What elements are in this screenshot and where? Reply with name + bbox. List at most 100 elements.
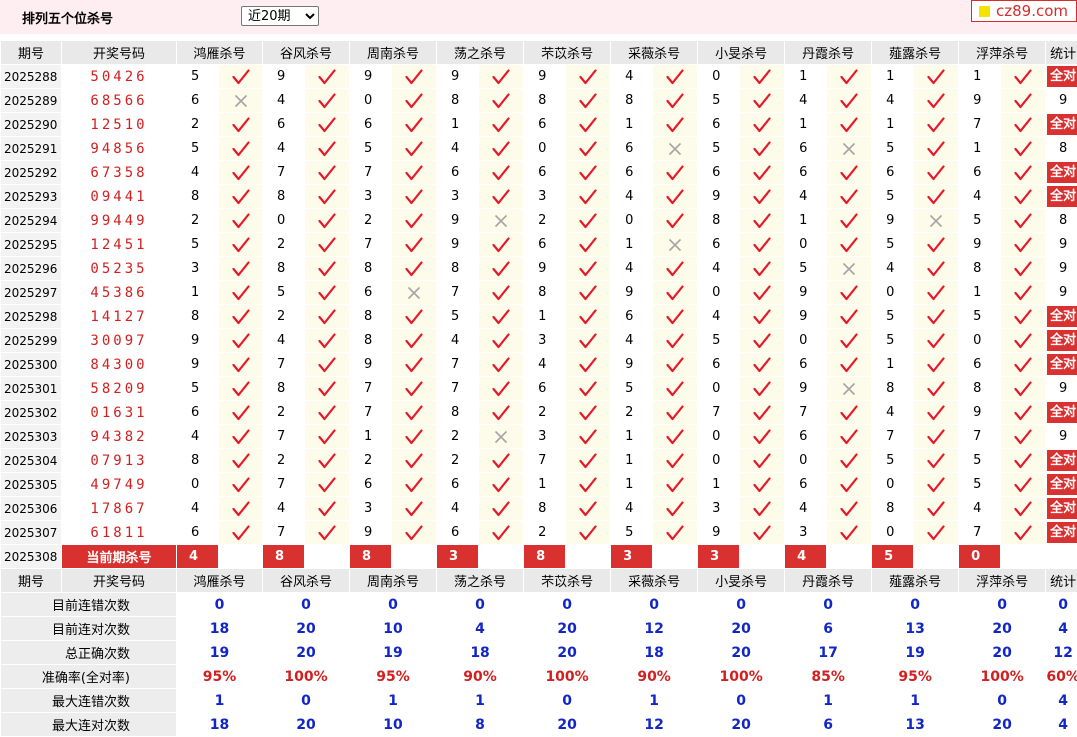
issue-number: 2025296 xyxy=(1,257,61,280)
stat-value: 12 xyxy=(1046,641,1077,664)
kill-number: 9 xyxy=(959,233,1001,256)
kill-number: 6 xyxy=(959,353,1001,376)
draw-number: 68566 xyxy=(62,89,176,112)
kill-result xyxy=(653,401,698,424)
kill-number: 4 xyxy=(263,137,305,160)
kill-result xyxy=(914,425,959,448)
check-icon xyxy=(753,260,771,276)
logo-text: cz89.com xyxy=(996,2,1069,20)
period-select[interactable]: 近20期 xyxy=(241,6,319,26)
kill-result xyxy=(566,449,611,472)
kill-result xyxy=(566,209,611,232)
check-icon xyxy=(666,428,684,444)
correct-count: 9 xyxy=(1059,285,1068,300)
check-icon xyxy=(666,92,684,108)
kill-result xyxy=(479,185,524,208)
kill-result xyxy=(827,305,872,328)
kill-number: 4 xyxy=(524,353,566,376)
check-icon xyxy=(579,68,597,84)
kill-result xyxy=(827,281,872,304)
kill-number: 4 xyxy=(611,185,653,208)
kill-result xyxy=(1001,137,1046,160)
kill-number: 4 xyxy=(177,425,218,448)
stat-label: 目前连错次数 xyxy=(1,593,176,616)
kill-number: 6 xyxy=(437,161,479,184)
kill-result xyxy=(566,425,611,448)
stat-value: 90% xyxy=(437,665,524,688)
kill-result xyxy=(1001,305,1046,328)
header-cell: 谷风杀号 xyxy=(263,41,350,64)
kill-number: 5 xyxy=(698,329,740,352)
draw-number: 99449 xyxy=(62,209,176,232)
table-row: 2025306 17867 4 4 3 4 8 4 3 4 8 4 全对 xyxy=(1,497,1077,520)
check-icon xyxy=(666,332,684,348)
kill-number: 4 xyxy=(437,497,479,520)
kill-result xyxy=(740,89,785,112)
current-kill-number: 8 xyxy=(263,545,305,568)
kill-number: 1 xyxy=(785,113,827,136)
cross-icon xyxy=(930,214,943,227)
kill-number: 9 xyxy=(263,65,305,88)
kill-number: 1 xyxy=(611,425,653,448)
check-icon xyxy=(579,308,597,324)
check-icon xyxy=(405,236,423,252)
stat-value: 20 xyxy=(263,641,350,664)
kill-number: 7 xyxy=(959,425,1001,448)
kill-number: 2 xyxy=(350,449,392,472)
kill-result xyxy=(392,329,437,352)
issue-number: 2025306 xyxy=(1,497,61,520)
stat-value: 13 xyxy=(872,617,959,640)
kill-result xyxy=(479,449,524,472)
kill-number: 7 xyxy=(350,401,392,424)
draw-number: 09441 xyxy=(62,185,176,208)
kill-result xyxy=(653,425,698,448)
check-icon xyxy=(492,524,510,540)
stat-value: 1 xyxy=(177,689,263,712)
stat-value: 20 xyxy=(263,713,350,736)
kill-number: 1 xyxy=(611,233,653,256)
check-icon xyxy=(1014,92,1032,108)
stat-value: 0 xyxy=(785,593,872,616)
stat-value: 13 xyxy=(872,713,959,736)
kill-number: 7 xyxy=(437,377,479,400)
check-icon xyxy=(231,356,250,372)
kill-number: 0 xyxy=(263,209,305,232)
row-stat: 全对 xyxy=(1046,521,1077,544)
check-icon xyxy=(579,116,597,132)
kill-number: 2 xyxy=(263,401,305,424)
stat-value: 20 xyxy=(959,617,1046,640)
all-right-badge: 全对 xyxy=(1047,162,1077,183)
stat-value: 0 xyxy=(959,593,1046,616)
kill-number: 4 xyxy=(177,497,218,520)
all-right-badge: 全对 xyxy=(1047,66,1077,87)
header-cell: 采薇杀号 xyxy=(611,41,698,64)
kill-result xyxy=(219,521,263,544)
kill-result xyxy=(1001,113,1046,136)
kill-number: 7 xyxy=(263,353,305,376)
kill-result xyxy=(827,449,872,472)
header-cell: 小旻杀号 xyxy=(698,41,785,64)
draw-number: 58209 xyxy=(62,377,176,400)
check-icon xyxy=(753,68,771,84)
check-icon xyxy=(318,284,336,300)
site-logo[interactable]: cz89.com xyxy=(971,0,1077,22)
check-icon xyxy=(666,476,684,492)
kill-result xyxy=(1001,185,1046,208)
check-icon xyxy=(1014,68,1032,84)
kill-number: 9 xyxy=(437,65,479,88)
stat-value: 1 xyxy=(350,689,437,712)
kill-result xyxy=(479,473,524,496)
check-icon xyxy=(492,356,510,372)
all-right-badge: 全对 xyxy=(1047,450,1077,471)
check-icon xyxy=(579,260,597,276)
kill-number: 7 xyxy=(437,353,479,376)
kill-result xyxy=(1001,89,1046,112)
header-cell: 谷风杀号 xyxy=(263,569,350,592)
check-icon xyxy=(753,524,771,540)
check-icon xyxy=(579,212,597,228)
check-icon xyxy=(666,308,684,324)
row-stat: 全对 xyxy=(1046,305,1077,328)
stat-value: 20 xyxy=(698,617,785,640)
kill-result xyxy=(479,305,524,328)
check-icon xyxy=(1014,332,1032,348)
